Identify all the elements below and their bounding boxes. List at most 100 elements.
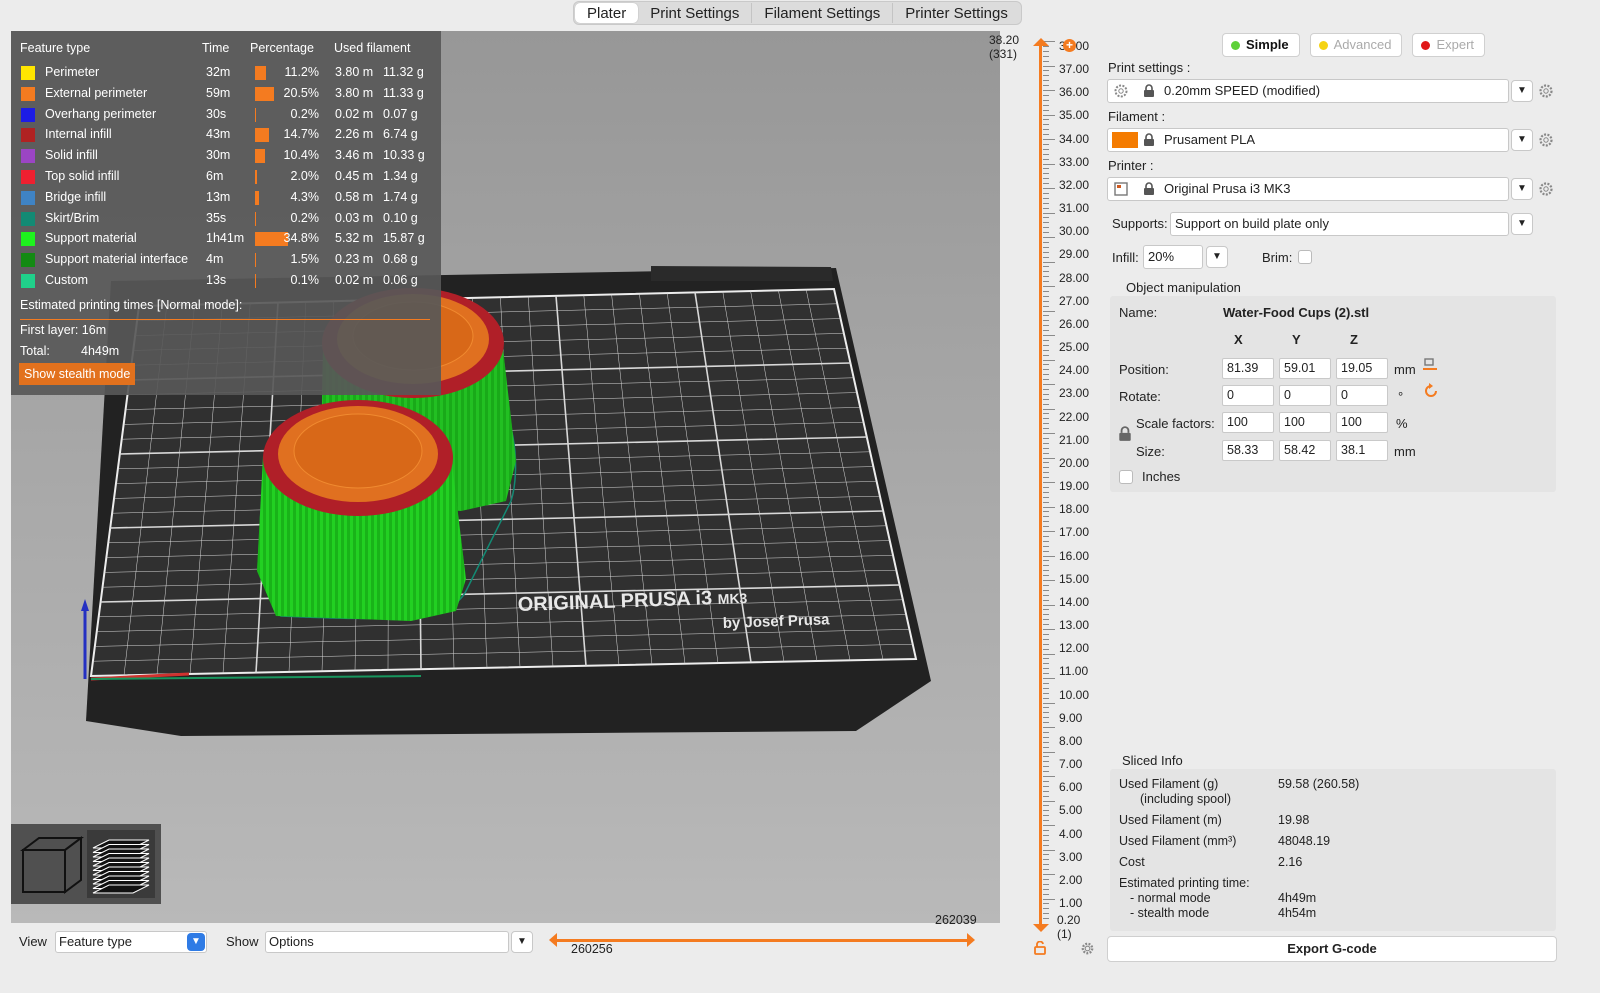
show-options-field[interactable]: Options (265, 931, 509, 953)
mode-selector: Simple Advanced Expert (1222, 33, 1486, 57)
position-z-input[interactable]: 19.05 (1336, 358, 1388, 379)
legend-feature-grams: 11.33 g (383, 85, 424, 100)
layer-tick (1043, 271, 1049, 273)
layer-tick-label: 9.00 (1059, 710, 1083, 725)
printer-gear-icon[interactable] (1538, 181, 1554, 197)
position-unit: mm (1394, 362, 1416, 377)
mode-simple-button[interactable]: Simple (1222, 33, 1300, 57)
layer-top-handle[interactable] (1033, 38, 1049, 46)
reset-rotation-icon[interactable] (1423, 383, 1439, 399)
supports-select[interactable]: Support on build plate only (1170, 212, 1509, 236)
scale-factors-label: Scale factors: (1136, 416, 1215, 431)
3d-view-button[interactable] (17, 830, 85, 898)
show-stealth-mode-button[interactable]: Show stealth mode (19, 363, 136, 385)
position-x-input[interactable]: 81.39 (1222, 358, 1274, 379)
tab-filament-settings[interactable]: Filament Settings (752, 3, 894, 23)
rotate-x-input[interactable]: 0 (1222, 385, 1274, 406)
print-settings-select[interactable]: 0.20mm SPEED (modified) (1107, 79, 1509, 103)
layer-slider[interactable]: 38.20 (331) 38.0037.0036.0035.0034.0033.… (980, 31, 1098, 961)
layer-tick (1043, 192, 1049, 194)
rotate-z-input[interactable]: 0 (1336, 385, 1388, 406)
move-slider-left-handle[interactable] (549, 933, 557, 947)
status-dot-icon (1421, 41, 1431, 50)
layer-tick (1043, 526, 1049, 528)
layer-tick (1043, 442, 1049, 444)
layer-tick-label: 28.00 (1059, 270, 1090, 285)
layer-tick-label: 31.00 (1059, 201, 1090, 216)
layer-tick (1043, 339, 1049, 341)
mode-advanced-label: Advanced (1333, 37, 1392, 52)
scale-y-input[interactable]: 100 (1279, 412, 1331, 433)
layer-tick-label: 19.00 (1059, 479, 1090, 494)
legend-feature-percentage: 0.1% (290, 273, 320, 287)
tab-print-settings[interactable]: Print Settings (638, 3, 753, 23)
tab-plater[interactable]: Plater (575, 3, 639, 23)
legend-row: Support material interface 4m 1.5% 0.23 m 0.… (11, 249, 441, 270)
layer-tick (1043, 349, 1049, 351)
infill-dropdown[interactable]: ▼ (1206, 246, 1228, 268)
infill-input[interactable]: 20% (1143, 245, 1203, 269)
slider-settings-gear-icon[interactable] (1080, 941, 1095, 956)
filament-gear-icon[interactable] (1538, 132, 1554, 148)
view-type-select[interactable]: Feature type ▼ (55, 931, 207, 953)
layer-tick (1043, 648, 1049, 650)
layer-tick-label: 2.00 (1059, 872, 1083, 887)
brim-checkbox[interactable] (1298, 250, 1312, 264)
object-name-value: Water-Food Cups (2).stl (1223, 305, 1370, 320)
size-y-input[interactable]: 58.42 (1279, 440, 1331, 461)
layer-tick (1043, 731, 1049, 733)
layer-tick-label: 16.00 (1059, 548, 1090, 563)
legend-row: Solid infill 30m 10.4% 3.46 m 10.33 g (11, 145, 441, 166)
filament-dropdown[interactable]: ▼ (1511, 129, 1533, 151)
layer-top-height: 38.20 (989, 33, 1020, 47)
unlock-icon[interactable] (1033, 941, 1047, 955)
layer-tick (1043, 825, 1055, 826)
legend-header-feature: Feature type (20, 41, 91, 55)
layer-tick (1043, 599, 1049, 601)
filament-value: Prusament PLA (1164, 132, 1256, 147)
scale-unit: % (1396, 416, 1408, 431)
mode-advanced-button[interactable]: Advanced (1309, 33, 1403, 57)
legend-color-swatch (21, 66, 35, 80)
layer-tick (1043, 697, 1049, 699)
export-gcode-button[interactable]: Export G-code (1107, 936, 1557, 962)
scale-x-input[interactable]: 100 (1222, 412, 1274, 433)
size-z-input[interactable]: 38.1 (1336, 440, 1388, 461)
layer-tick-label: 15.00 (1059, 571, 1090, 586)
layer-preview-button[interactable] (87, 830, 155, 898)
add-color-change-icon[interactable]: + (1063, 39, 1076, 52)
layer-bottom-handle[interactable] (1033, 924, 1049, 932)
move-slider-track[interactable] (556, 939, 971, 942)
layer-slider-track[interactable] (1039, 41, 1042, 926)
layer-tick (1043, 462, 1049, 464)
status-dot-icon (1231, 41, 1240, 50)
filament-select[interactable]: Prusament PLA (1107, 128, 1509, 152)
layer-tick (1043, 197, 1049, 199)
printer-dropdown[interactable]: ▼ (1511, 178, 1533, 200)
layer-ticks (1043, 41, 1057, 926)
show-options-dropdown[interactable]: ▼ (511, 931, 533, 953)
layer-bottom-number: (1) (1057, 927, 1072, 941)
inches-checkbox[interactable] (1119, 470, 1133, 484)
layer-tick (1043, 173, 1049, 175)
legend-feature-grams: 15.87 g (383, 231, 425, 246)
move-slider-right-handle[interactable] (967, 933, 975, 947)
scale-z-input[interactable]: 100 (1336, 412, 1388, 433)
size-x-input[interactable]: 58.33 (1222, 440, 1274, 461)
tab-printer-settings[interactable]: Printer Settings (893, 3, 1020, 23)
print-settings-gear-icon[interactable] (1538, 83, 1554, 99)
layer-tick (1043, 50, 1049, 52)
print-settings-dropdown[interactable]: ▼ (1511, 80, 1533, 102)
position-y-input[interactable]: 59.01 (1279, 358, 1331, 379)
mode-expert-button[interactable]: Expert (1412, 33, 1486, 57)
3d-preview-canvas[interactable]: ORIGINAL PRUSA i3 MK3 by Josef Prusa Fea… (11, 31, 1000, 923)
layer-tick (1043, 614, 1049, 616)
layer-tick (1043, 834, 1049, 836)
printer-select[interactable]: Original Prusa i3 MK3 (1107, 177, 1509, 201)
scale-lock-icon[interactable] (1118, 426, 1132, 442)
supports-dropdown[interactable]: ▼ (1511, 213, 1533, 235)
rotate-y-input[interactable]: 0 (1279, 385, 1331, 406)
layer-tick-label: 29.00 (1059, 247, 1090, 262)
legend-feature-name: Bridge infill (45, 189, 107, 204)
drop-to-bed-icon[interactable] (1422, 356, 1438, 372)
